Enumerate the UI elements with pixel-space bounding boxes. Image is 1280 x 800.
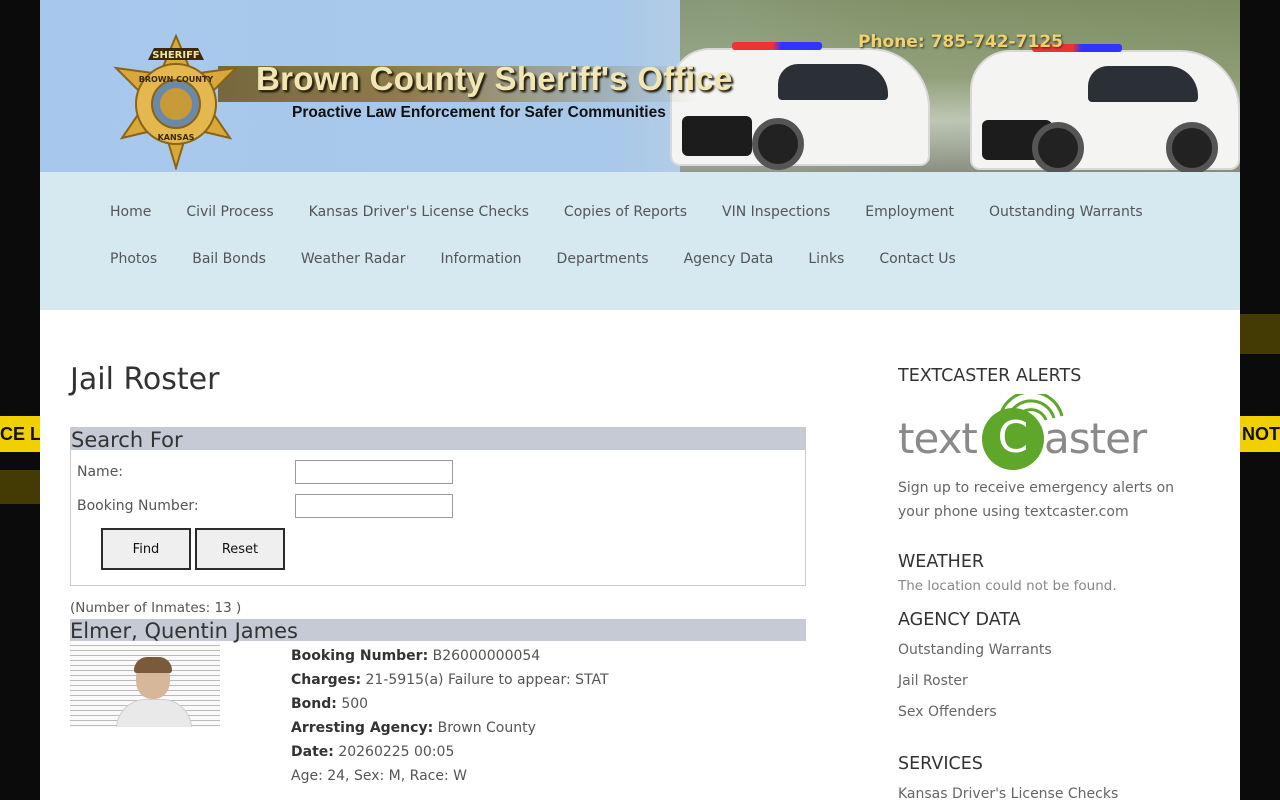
bond-row: Bond: 500: [291, 696, 369, 712]
reset-button[interactable]: Reset: [195, 528, 285, 570]
name-label: Name:: [77, 464, 124, 480]
services-heading: SERVICES: [898, 754, 983, 774]
nav-item-information[interactable]: Information: [441, 251, 522, 267]
site-tagline: Proactive Law Enforcement for Safer Comm…: [292, 104, 666, 121]
charges-row: Charges: 21-5915(a) Failure to appear: S…: [291, 672, 609, 688]
police-tape-blur-right: [1240, 314, 1280, 354]
inmate-details: Booking Number: B26000000054 Charges: 21…: [291, 644, 609, 788]
textcaster-logo[interactable]: text C aster: [898, 394, 1158, 474]
nav-item-employment[interactable]: Employment: [865, 204, 954, 220]
nav-item-vin-inspections[interactable]: VIN Inspections: [722, 204, 830, 220]
header-banner: SHERIFF BROWN COUNTY KANSAS Brown County…: [40, 0, 1240, 172]
charges-value: 21-5915(a) Failure to appear: STAT: [365, 672, 609, 688]
find-button[interactable]: Find: [101, 528, 191, 570]
nav-item-agency-data[interactable]: Agency Data: [684, 251, 774, 267]
police-tape-left: CE L: [0, 416, 40, 452]
nav-item-copies-of-reports[interactable]: Copies of Reports: [564, 204, 687, 220]
nav-item-drivers-license-checks[interactable]: Kansas Driver's License Checks: [309, 204, 529, 220]
nav-menu: Home Civil Process Kansas Driver's Licen…: [100, 204, 1180, 298]
weather-message: The location could not be found.: [898, 578, 1117, 594]
booking-number-label: Booking Number:: [77, 498, 199, 514]
inmate-mugshot[interactable]: [70, 641, 220, 727]
nav-item-civil-process[interactable]: Civil Process: [186, 204, 273, 220]
booking-number-input[interactable]: [295, 494, 453, 518]
main-navigation: Home Civil Process Kansas Driver's Licen…: [40, 172, 1240, 310]
textcaster-logo-text-part2: aster: [1044, 414, 1147, 463]
badge-bottom-text: KANSAS: [158, 133, 195, 142]
sheriff-badge-logo[interactable]: SHERIFF BROWN COUNTY KANSAS: [108, 34, 244, 170]
police-tape-right: NOT: [1240, 416, 1280, 452]
agency-data-heading: AGENCY DATA: [898, 610, 1021, 630]
page-container: SHERIFF BROWN COUNTY KANSAS Brown County…: [40, 0, 1240, 800]
nav-item-contact-us[interactable]: Contact Us: [879, 251, 955, 267]
demographics-row: Age: 24, Sex: M, Race: W: [291, 768, 467, 784]
sidebar-link-jail-roster[interactable]: Jail Roster: [898, 673, 968, 689]
police-tape-blur-left: [0, 470, 40, 504]
inmate-count: (Number of Inmates: 13 ): [70, 600, 242, 616]
textcaster-description: Sign up to receive emergency alerts on y…: [898, 480, 1175, 520]
sidebar-link-drivers-license-checks[interactable]: Kansas Driver's License Checks: [898, 786, 1118, 800]
nav-item-outstanding-warrants[interactable]: Outstanding Warrants: [989, 204, 1143, 220]
weather-heading: WEATHER: [898, 552, 985, 572]
badge-top-text: SHERIFF: [152, 50, 200, 61]
textcaster-logo-text-part1: text: [898, 414, 978, 463]
sidebar-link-outstanding-warrants[interactable]: Outstanding Warrants: [898, 642, 1052, 658]
site-title[interactable]: Brown County Sheriff's Office: [256, 60, 733, 98]
search-form: Search For Name: Booking Number: Find Re…: [70, 427, 806, 586]
nav-item-home[interactable]: Home: [110, 204, 151, 220]
name-input[interactable]: [295, 460, 453, 484]
police-car-image: [970, 44, 1240, 172]
nav-item-departments[interactable]: Departments: [557, 251, 649, 267]
inmate-name-heading: Elmer, Quentin James: [70, 619, 806, 643]
date-value: 20260225 00:05: [338, 744, 455, 760]
textcaster-logo-letter: C: [982, 408, 1044, 470]
booking-number-row: Booking Number: B26000000054: [291, 648, 541, 664]
sidebar-link-sex-offenders[interactable]: Sex Offenders: [898, 704, 997, 720]
bond-value: 500: [341, 696, 369, 712]
date-row: Date: 20260225 00:05: [291, 744, 455, 760]
main-content: Jail Roster: [70, 362, 806, 397]
nav-item-links[interactable]: Links: [808, 251, 844, 267]
phone-number: Phone: 785-742-7125: [858, 32, 1063, 52]
arresting-agency-value: Brown County: [437, 720, 536, 736]
nav-item-photos[interactable]: Photos: [110, 251, 157, 267]
nav-item-weather-radar[interactable]: Weather Radar: [301, 251, 406, 267]
search-heading: Search For: [71, 428, 805, 452]
page-title: Jail Roster: [70, 362, 220, 397]
booking-number-value: B26000000054: [432, 648, 541, 664]
arresting-agency-row: Arresting Agency: Brown County: [291, 720, 536, 736]
badge-ring-text: BROWN COUNTY: [139, 75, 214, 84]
textcaster-heading: TEXTCASTER ALERTS: [898, 366, 1082, 386]
nav-item-bail-bonds[interactable]: Bail Bonds: [192, 251, 266, 267]
